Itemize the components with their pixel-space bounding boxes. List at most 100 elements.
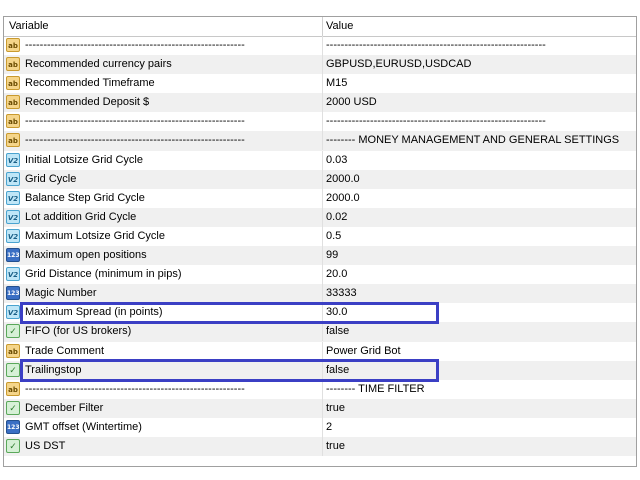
table-row[interactable]: ab --------------------------------------… (4, 112, 636, 132)
variable-value[interactable]: false (326, 361, 349, 380)
cell-separator (322, 436, 323, 456)
table-row[interactable]: ab --------------------------------------… (4, 379, 636, 399)
variable-name: Recommended currency pairs (25, 58, 172, 71)
cell-separator (322, 246, 323, 266)
variable-value[interactable]: true (326, 399, 345, 418)
variable-name: Grid Distance (minimum in pips) (25, 268, 182, 281)
variable-value[interactable]: Power Grid Bot (326, 342, 401, 361)
variable-value[interactable]: 0.03 (326, 151, 347, 170)
variable-name: US DST (25, 439, 66, 452)
variable-value[interactable]: M15 (326, 74, 347, 93)
variable-value[interactable]: 20.0 (326, 265, 347, 284)
variable-value[interactable]: ----------------------------------------… (326, 112, 546, 131)
variable-value[interactable]: 30.0 (326, 303, 347, 322)
variable-value[interactable]: 33333 (326, 284, 357, 303)
string-type-icon: ab (6, 381, 20, 396)
variable-value[interactable]: false (326, 322, 349, 341)
variable-name: ----------------------------------------… (25, 134, 245, 147)
table-row[interactable]: V2 Balance Step Grid Cycle 2000.0 (4, 188, 636, 208)
variable-name: Magic Number (25, 287, 97, 300)
cell-separator (322, 55, 323, 75)
variable-name: Trailingstop (25, 363, 82, 376)
variable-value[interactable]: GBPUSD,EURUSD,USDCAD (326, 55, 471, 74)
boolean-type-icon: ✓ (6, 400, 20, 415)
table-row[interactable]: ab Recommended Timeframe M15 (4, 74, 636, 94)
cell-separator (322, 150, 323, 170)
double-type-icon: V2 (6, 267, 20, 282)
variable-name: ----------------------------------------… (25, 115, 245, 128)
integer-type-icon: 123 (6, 419, 20, 434)
inputs-table: Variable Value ab -----------------------… (3, 16, 637, 467)
variable-name: Initial Lotsize Grid Cycle (25, 153, 143, 166)
table-body: ab --------------------------------------… (4, 36, 636, 457)
string-type-icon: ab (6, 133, 20, 148)
variable-name: December Filter (25, 401, 104, 414)
cell-separator (322, 36, 323, 55)
column-header-value[interactable]: Value (326, 17, 353, 36)
table-row[interactable]: V2 Lot addition Grid Cycle 0.02 (4, 207, 636, 227)
variable-value[interactable]: true (326, 437, 345, 456)
double-type-icon: V2 (6, 228, 20, 243)
double-type-icon: V2 (6, 305, 20, 320)
variable-value[interactable]: 2000.0 (326, 189, 360, 208)
table-row[interactable]: V2 Grid Cycle 2000.0 (4, 169, 636, 189)
table-row[interactable]: ab Recommended Deposit $ 2000 USD (4, 93, 636, 113)
table-row[interactable]: V2 Initial Lotsize Grid Cycle 0.03 (4, 150, 636, 170)
table-row[interactable]: ✓ US DST true (4, 436, 636, 457)
boolean-type-icon: ✓ (6, 324, 20, 339)
cell-separator (322, 322, 323, 342)
table-row[interactable]: ✓ December Filter true (4, 398, 636, 418)
cell-separator (322, 417, 323, 437)
column-header-variable[interactable]: Variable (9, 17, 49, 36)
column-separator[interactable] (322, 17, 323, 36)
table-row[interactable]: V2 Maximum Spread (in points) 30.0 (4, 303, 636, 323)
cell-separator (322, 131, 323, 151)
variable-value[interactable]: 2 (326, 418, 332, 437)
cell-separator (322, 341, 323, 361)
table-row[interactable]: ab --------------------------------------… (4, 36, 636, 55)
cell-separator (322, 188, 323, 208)
double-type-icon: V2 (6, 190, 20, 205)
string-type-icon: ab (6, 114, 20, 129)
double-type-icon: V2 (6, 152, 20, 167)
cell-separator (322, 265, 323, 285)
cell-separator (322, 74, 323, 94)
variable-value[interactable]: ----------------------------------------… (326, 36, 546, 55)
variable-name: Grid Cycle (25, 172, 77, 185)
variable-name: Recommended Deposit $ (25, 96, 150, 109)
variable-name: Maximum Lotsize Grid Cycle (25, 229, 165, 242)
table-row[interactable]: V2 Grid Distance (minimum in pips) 20.0 (4, 265, 636, 285)
cell-separator (322, 207, 323, 227)
double-type-icon: V2 (6, 171, 20, 186)
integer-type-icon: 123 (6, 248, 20, 263)
integer-type-icon: 123 (6, 286, 20, 301)
variable-value[interactable]: 2000.0 (326, 170, 360, 189)
string-type-icon: ab (6, 95, 20, 110)
variable-name: ----------------------------------------… (25, 382, 245, 395)
variable-value[interactable]: 0.02 (326, 208, 347, 227)
table-row[interactable]: ab Recommended currency pairs GBPUSD,EURUS… (4, 55, 636, 75)
boolean-type-icon: ✓ (6, 362, 20, 377)
variable-name: GMT offset (Wintertime) (25, 420, 142, 433)
variable-value[interactable]: -------- MONEY MANAGEMENT AND GENERAL SE… (326, 131, 619, 150)
variable-name: Maximum Spread (in points) (25, 306, 163, 319)
string-type-icon: ab (6, 57, 20, 72)
variable-name: Maximum open positions (25, 249, 147, 262)
variable-value[interactable]: 0.5 (326, 227, 341, 246)
table-row[interactable]: ✓ FIFO (for US brokers) false (4, 322, 636, 342)
variable-name: FIFO (for US brokers) (25, 325, 132, 338)
table-row[interactable]: ab --------------------------------------… (4, 131, 636, 151)
table-row[interactable]: ab Trade Comment Power Grid Bot (4, 341, 636, 361)
table-row[interactable]: 123 Maximum open positions 99 (4, 246, 636, 266)
table-row[interactable]: 123 Magic Number 33333 (4, 284, 636, 304)
table-row[interactable]: V2 Maximum Lotsize Grid Cycle 0.5 (4, 226, 636, 246)
string-type-icon: ab (6, 76, 20, 91)
variable-name: Trade Comment (25, 344, 105, 357)
table-row[interactable]: ✓ Trailingstop false (4, 360, 636, 380)
variable-value[interactable]: 99 (326, 246, 338, 265)
string-type-icon: ab (6, 38, 20, 52)
variable-value[interactable]: -------- TIME FILTER (326, 380, 425, 399)
variable-value[interactable]: 2000 USD (326, 93, 377, 112)
table-row[interactable]: 123 GMT offset (Wintertime) 2 (4, 417, 636, 437)
string-type-icon: ab (6, 343, 20, 358)
